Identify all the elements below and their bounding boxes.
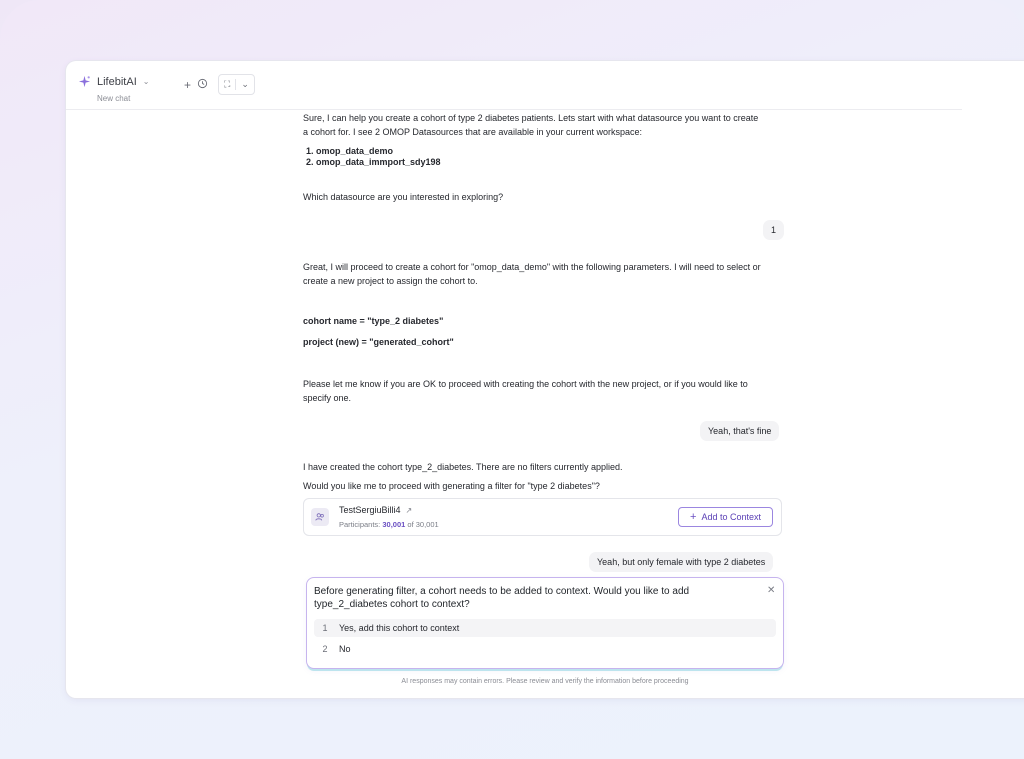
user-message: Yeah, but only female with type 2 diabet… (589, 552, 774, 572)
history-icon[interactable] (197, 78, 208, 91)
app-name: LifebitAI (97, 75, 137, 88)
message-line: specify one. (303, 393, 352, 403)
assistant-question: Which datasource are you interested in e… (303, 192, 504, 202)
cohort-title: TestSergiuBilli4 ↗ (339, 505, 412, 515)
cohort-name: TestSergiuBilli4 (339, 505, 401, 515)
message-line: a cohort for. I see 2 OMOP Datasources t… (303, 127, 642, 137)
header-toolbar: + ⛶ ⌄ (184, 74, 255, 95)
param-cohort-name: cohort name = "type_2 diabetes" (303, 316, 444, 326)
chat-header: LifebitAI ⌄ New chat + ⛶ ⌄ (66, 61, 962, 110)
chevron-down-icon[interactable]: ⌄ (235, 79, 254, 90)
assistant-message: Great, I will proceed to create a cohort… (303, 260, 761, 288)
assistant-message: I have created the cohort type_2_diabete… (303, 462, 623, 472)
user-message: 1 (763, 220, 785, 240)
user-message: Yeah, that's fine (700, 421, 780, 441)
param-project: project (new) = "generated_cohort" (303, 337, 454, 347)
close-icon[interactable]: ✕ (767, 585, 775, 596)
list-item: omop_data_immport_sdy198 (316, 157, 441, 168)
assistant-message: Sure, I can help you create a cohort of … (303, 111, 758, 139)
participants-label: Participants: (339, 520, 381, 529)
expand-icon[interactable]: ⛶ (219, 79, 235, 90)
ai-disclaimer: AI responses may contain errors. Please … (401, 678, 689, 685)
list-item: omop_data_demo (316, 146, 441, 157)
app-window: LifebitAI ⌄ New chat + ⛶ ⌄ Sure, I can h… (66, 61, 1024, 698)
device-frame: LifebitAI ⌄ New chat + ⛶ ⌄ Sure, I can h… (0, 0, 1024, 759)
app-brand-menu[interactable]: LifebitAI ⌄ (78, 75, 149, 88)
message-line: Sure, I can help you create a cohort of … (303, 113, 759, 123)
external-link-icon[interactable]: ↗ (406, 506, 413, 515)
prompt-question: Before generating filter, a cohort needs… (314, 586, 690, 610)
participants-total: of 30,001 (407, 520, 439, 529)
users-icon (311, 508, 329, 526)
cohort-card: TestSergiuBilli4 ↗ Participants: 30,001 o… (303, 498, 782, 536)
option-number: 1 (322, 623, 328, 633)
expand-control: ⛶ ⌄ (218, 74, 255, 95)
option-label: Yes, add this cohort to context (339, 623, 460, 633)
context-prompt: Before generating filter, a cohort needs… (306, 577, 784, 669)
add-to-context-label: Add to Context (701, 512, 761, 522)
prompt-option-no[interactable]: 2 No (314, 640, 776, 658)
assistant-message: Please let me know if you are OK to proc… (303, 377, 748, 405)
message-line: Great, I will proceed to create a cohort… (303, 262, 761, 272)
prompt-option-yes[interactable]: 1 Yes, add this cohort to context (314, 619, 776, 637)
add-to-context-button[interactable]: + Add to Context (678, 507, 773, 527)
datasource-list: omop_data_demo omop_data_immport_sdy198 (303, 146, 441, 168)
option-number: 2 (322, 644, 328, 654)
message-line: create a new project to assign the cohor… (303, 276, 478, 286)
participants-info: Participants: 30,001 of 30,001 (339, 520, 439, 529)
chat-subtitle: New chat (97, 94, 131, 103)
plus-icon: + (690, 511, 697, 523)
option-label: No (339, 644, 351, 654)
message-line: Please let me know if you are OK to proc… (303, 379, 748, 389)
plus-icon[interactable]: + (184, 79, 191, 91)
assistant-question: Would you like me to proceed with genera… (303, 481, 600, 491)
chevron-down-icon: ⌄ (142, 77, 150, 86)
sparkle-icon (78, 75, 91, 88)
participants-count: 30,001 (382, 520, 406, 529)
